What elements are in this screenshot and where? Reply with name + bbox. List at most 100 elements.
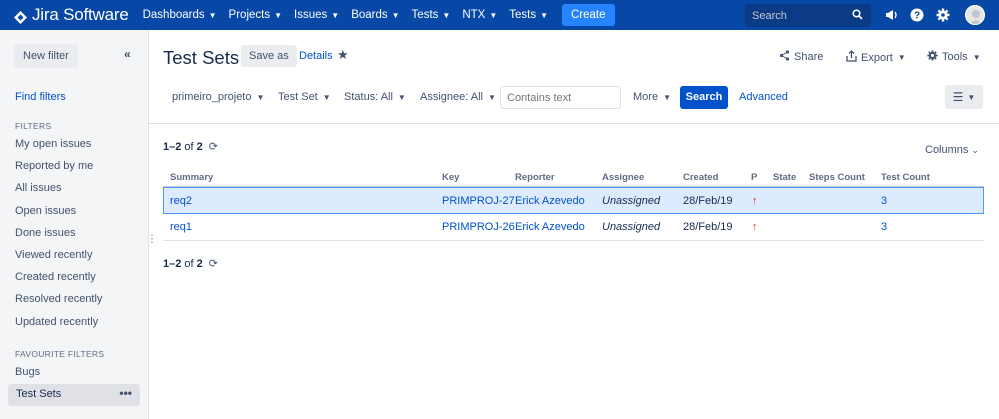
search-button[interactable]: Search (680, 86, 728, 109)
issue-key-link[interactable]: PRIMPROJ-26 (442, 221, 515, 233)
chevron-down-icon: ▼ (540, 10, 548, 20)
sidebar-item-done-issues[interactable]: Done issues (15, 227, 76, 239)
type-filter[interactable]: Test Set ▼ (278, 91, 331, 103)
user-avatar[interactable] (965, 5, 985, 25)
more-filter[interactable]: More ▼ (633, 91, 671, 103)
sidebar-item-updated-recently[interactable]: Updated recently (15, 316, 98, 328)
column-header-steps-count[interactable]: Steps Count (809, 172, 865, 183)
summary-link[interactable]: req1 (170, 221, 192, 233)
favourite-filters-heading: FAVOURITE FILTERS (15, 349, 105, 359)
chevron-down-icon: ▼ (208, 10, 217, 20)
chevron-down-icon: ▼ (331, 10, 340, 20)
column-header-reporter[interactable]: Reporter (515, 172, 555, 183)
refresh-icon[interactable]: ⟳ (209, 140, 218, 153)
pager-top: 1–2 of 2 ⟳ (163, 140, 218, 154)
sidebar-item-bugs[interactable]: Bugs (15, 366, 40, 378)
sidebar-item-open-issues[interactable]: Open issues (15, 205, 76, 217)
chevron-down-icon: ▼ (256, 92, 265, 102)
page-title: Test Sets (163, 47, 240, 68)
megaphone-icon[interactable] (882, 6, 900, 24)
column-header-test-count[interactable]: Test Count (881, 172, 930, 183)
nav-label: Boards (351, 9, 388, 21)
column-header-assignee[interactable]: Assignee (602, 172, 644, 183)
more-filter-label: More (633, 91, 659, 103)
columns-button[interactable]: Columns ⌄ (925, 144, 979, 156)
help-icon[interactable]: ? (908, 6, 926, 24)
column-header-state[interactable]: State (773, 172, 796, 183)
priority-high-icon: ↑ (752, 195, 758, 207)
export-button[interactable]: Export ▼ (846, 50, 906, 65)
view-options-button[interactable]: ☰ ▼ (945, 85, 983, 109)
sidebar-item-viewed-recently[interactable]: Viewed recently (15, 249, 92, 261)
contains-text-input[interactable] (500, 86, 621, 109)
summary-link[interactable]: req2 (170, 195, 192, 207)
jira-logo[interactable]: Jira Software (14, 5, 129, 25)
sidebar: New filter « Find filters FILTERS My ope… (0, 30, 157, 419)
sidebar-item-resolved-recently[interactable]: Resolved recently (15, 293, 102, 305)
list-view-icon: ☰ (952, 90, 964, 104)
jira-diamond-icon (14, 9, 27, 24)
create-button[interactable]: Create (562, 4, 615, 26)
project-filter-label: primeiro_projeto (172, 91, 252, 103)
nav-label: Tests (411, 9, 439, 21)
created-date: 28/Feb/19 (683, 195, 733, 207)
nav-tests-2[interactable]: Tests ▼ (509, 9, 548, 21)
reporter-link[interactable]: Erick Azevedo (515, 221, 585, 233)
nav-projects[interactable]: Projects ▼ (229, 9, 282, 21)
gear-icon[interactable] (934, 6, 952, 24)
reporter-link[interactable]: Erick Azevedo (515, 195, 585, 207)
chevron-down-icon: ⌄ (971, 145, 980, 155)
filters-heading: FILTERS (15, 121, 52, 131)
advanced-search-link[interactable]: Advanced (739, 91, 788, 103)
test-count-link[interactable]: 3 (881, 195, 887, 207)
nav-boards[interactable]: Boards ▼ (351, 9, 399, 21)
chevron-down-icon: ▼ (967, 92, 976, 102)
column-header-created[interactable]: Created (683, 172, 718, 183)
column-header-summary[interactable]: Summary (170, 172, 213, 183)
sidebar-item-test-sets[interactable]: Test Sets ••• (8, 384, 140, 406)
pager-range: 1–2 (163, 257, 182, 270)
columns-label: Columns (925, 144, 969, 156)
global-search-input[interactable]: Search (745, 4, 871, 27)
save-as-button[interactable]: Save as (241, 45, 297, 67)
assignee-filter[interactable]: Assignee: All ▼ (420, 91, 496, 103)
column-header-key[interactable]: Key (442, 172, 459, 183)
pager-total: 2 (196, 257, 203, 270)
project-filter[interactable]: primeiro_projeto ▼ (172, 91, 264, 103)
resize-handle-icon[interactable]: ⋮ (147, 234, 157, 245)
table-row[interactable]: req1 PRIMPROJ-26 Erick Azevedo Unassigne… (163, 214, 984, 241)
type-filter-label: Test Set (278, 91, 318, 103)
nav-dashboards[interactable]: Dashboards ▼ (143, 9, 217, 21)
nav-ntx[interactable]: NTX ▼ (462, 9, 497, 21)
test-count-link[interactable]: 3 (881, 221, 887, 233)
table-row[interactable]: req2 PRIMPROJ-27 Erick Azevedo Unassigne… (163, 187, 984, 214)
sidebar-item-my-open-issues[interactable]: My open issues (15, 138, 91, 150)
nav-tests[interactable]: Tests ▼ (412, 9, 451, 21)
find-filters-link[interactable]: Find filters (15, 91, 66, 103)
sidebar-item-reported-by-me[interactable]: Reported by me (15, 160, 93, 172)
share-label: Share (794, 51, 824, 63)
nav-issues[interactable]: Issues ▼ (294, 9, 339, 21)
new-filter-button[interactable]: New filter (14, 44, 78, 68)
priority-high-icon: ↑ (752, 221, 758, 233)
more-actions-icon[interactable]: ••• (119, 386, 132, 400)
column-header-priority[interactable]: P (751, 172, 757, 183)
star-icon[interactable]: ★ (337, 47, 349, 63)
sidebar-item-all-issues[interactable]: All issues (15, 182, 61, 194)
share-button[interactable]: Share (779, 50, 823, 64)
search-placeholder: Search (752, 9, 787, 22)
svg-text:?: ? (914, 11, 920, 22)
pager-of: of (184, 257, 194, 270)
refresh-icon[interactable]: ⟳ (209, 257, 218, 270)
created-date: 28/Feb/19 (683, 221, 733, 233)
tools-button[interactable]: Tools ▼ (927, 50, 981, 64)
chevron-down-icon: ▼ (897, 53, 906, 62)
status-filter[interactable]: Status: All ▼ (344, 91, 406, 103)
assignee-value: Unassigned (602, 195, 661, 207)
issue-key-link[interactable]: PRIMPROJ-27 (442, 195, 515, 207)
details-link[interactable]: Details (299, 50, 333, 62)
status-filter-label: Status: All (344, 91, 393, 103)
collapse-sidebar-icon[interactable]: « (124, 47, 131, 61)
share-icon (779, 50, 790, 64)
sidebar-item-created-recently[interactable]: Created recently (15, 271, 96, 283)
